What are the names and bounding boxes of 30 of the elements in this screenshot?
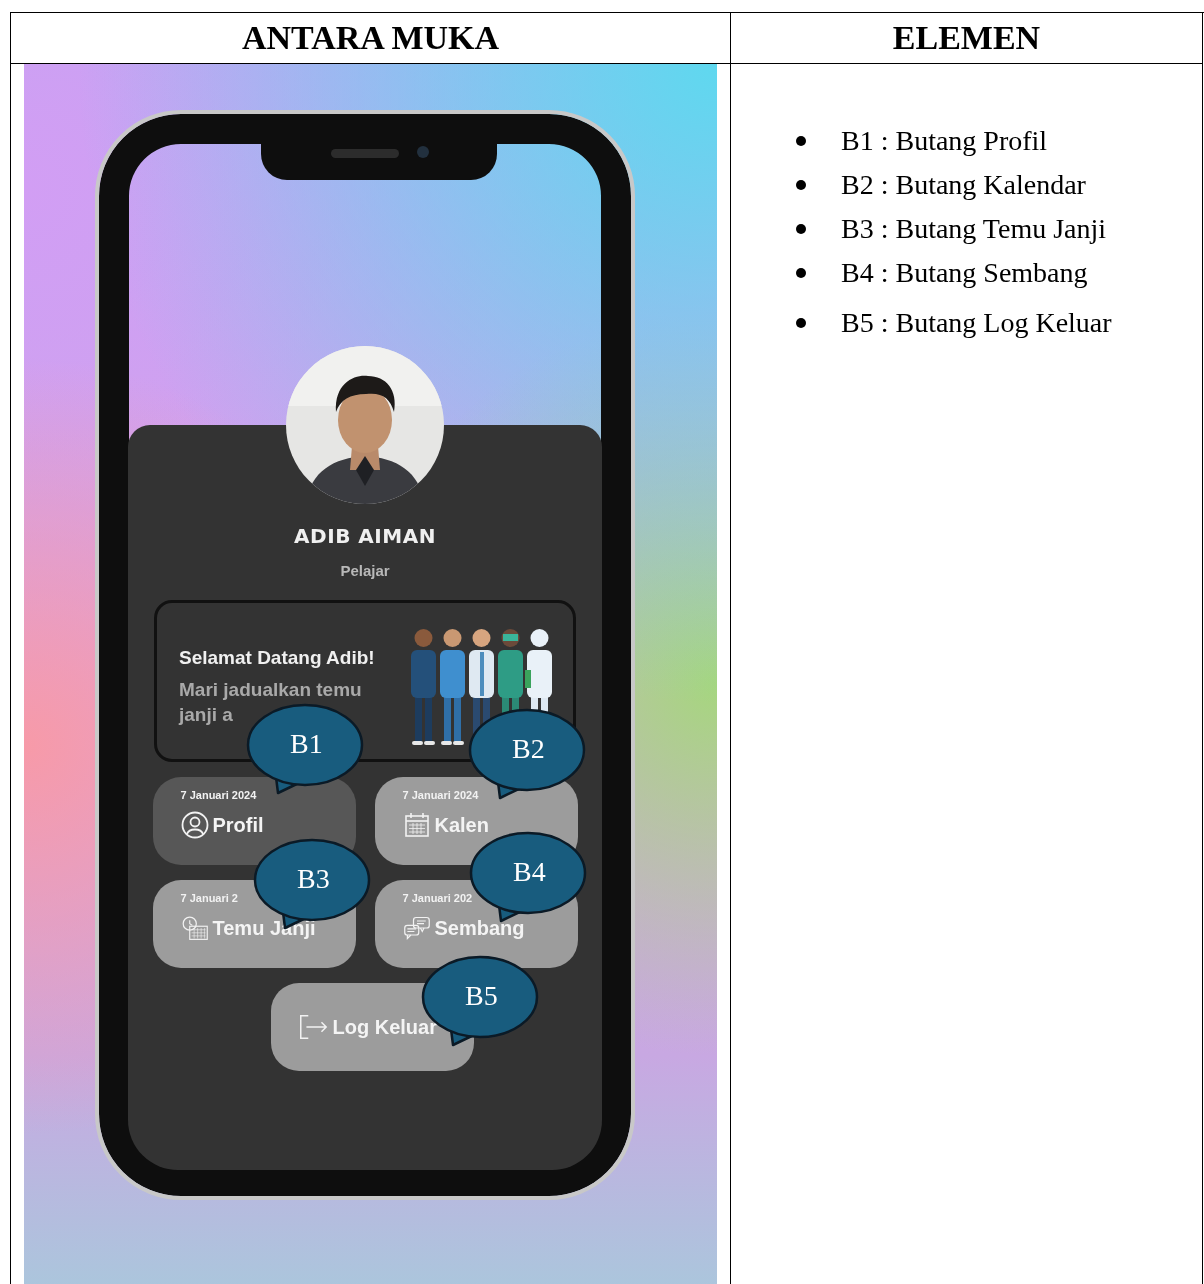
bullet-icon <box>796 136 806 146</box>
element-text: B1 : Butang Profil <box>841 125 1048 157</box>
button-date: 7 Januari 202 <box>402 892 473 904</box>
bullet-icon <box>796 224 806 234</box>
bullet-icon <box>796 180 806 190</box>
profile-role: Pelajar <box>340 562 390 579</box>
clock-calendar-icon <box>180 914 209 942</box>
profile-name: ADIB AIMAN <box>294 524 436 548</box>
column-header: ANTARA MUKA <box>11 13 731 64</box>
callout-label: B1 <box>290 729 323 759</box>
button-date: 7 Januari 2024 <box>180 789 257 801</box>
element-text: B2 : Butang Kalendar <box>841 169 1086 201</box>
column-header: ELEMEN <box>731 13 1203 64</box>
bullet-icon <box>796 318 806 328</box>
element-text: B3 : Butang Temu Janji <box>841 213 1107 245</box>
button-label: Sembang <box>434 916 525 940</box>
welcome-title: Selamat Datang Adib! <box>179 647 375 669</box>
welcome-text: janji a <box>179 703 234 727</box>
element-text: B4 : Butang Sembang <box>841 257 1088 289</box>
button-label: Kalen <box>434 813 489 837</box>
button-date: 7 Januari 2024 <box>402 789 479 801</box>
button-label: Profil <box>212 813 264 837</box>
chat-icon <box>402 914 431 942</box>
calendar-icon <box>402 811 431 839</box>
button-date: 7 Januari 2 <box>180 892 238 904</box>
callout-label: B2 <box>512 734 545 764</box>
bullet-icon <box>796 268 806 278</box>
element-text: B5 : Butang Log Keluar <box>841 307 1112 339</box>
person-icon <box>180 811 209 839</box>
welcome-text: Mari jadualkan temu <box>179 678 363 702</box>
